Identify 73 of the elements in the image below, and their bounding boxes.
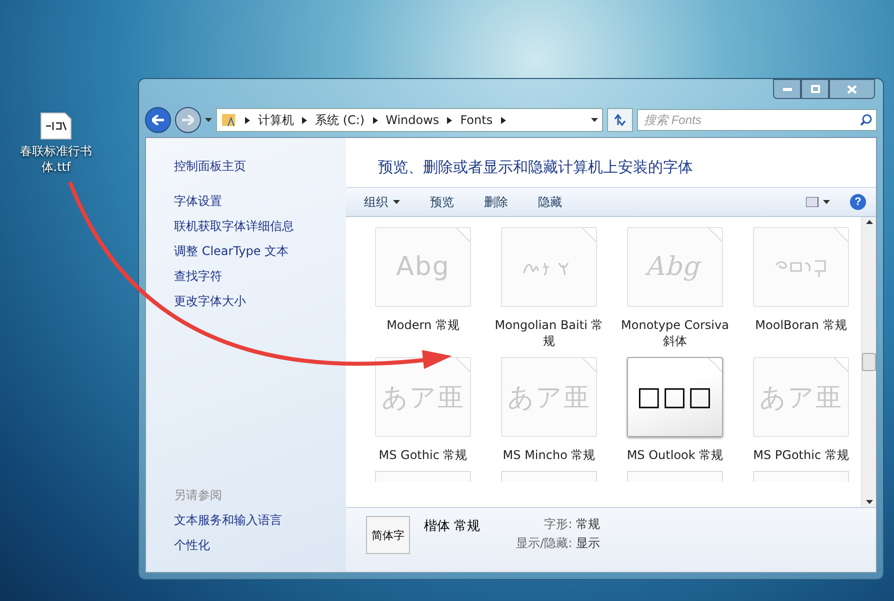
scroll-up-icon[interactable]: [866, 220, 872, 224]
font-preview-icon: [375, 471, 471, 482]
close-icon: [847, 84, 857, 94]
help-button[interactable]: ?: [850, 194, 866, 210]
detail-label: 显示/隐藏:: [516, 535, 572, 552]
refresh-button[interactable]: [607, 108, 633, 132]
sidebar-link[interactable]: 查找字符: [174, 264, 346, 289]
breadcrumb[interactable]: 计算机: [258, 112, 294, 128]
scroll-thumb[interactable]: [862, 353, 876, 371]
refresh-icon: [613, 114, 627, 126]
scrollbar[interactable]: [861, 217, 876, 507]
font-file-icon[interactable]: [40, 112, 72, 140]
font-name: MS Gothic 常规: [378, 447, 468, 463]
selected-font-name: 楷体 常规: [424, 518, 480, 535]
view-icon[interactable]: [806, 197, 830, 207]
detail-value: 常规: [576, 516, 600, 533]
address-bar[interactable]: 计算机 系统 (C:) Windows Fonts: [216, 108, 603, 132]
sidebar-link[interactable]: 字体设置: [174, 189, 346, 214]
toolbar-button[interactable]: 隐藏: [538, 194, 562, 210]
minimize-icon: [782, 88, 792, 90]
font-name: MS Mincho 常规: [502, 447, 596, 463]
search-field[interactable]: 搜索 Fonts: [637, 109, 877, 131]
chevron-icon: [245, 116, 250, 124]
chevron-icon: [500, 116, 506, 124]
close-button[interactable]: [829, 79, 875, 99]
font-preview-icon: [753, 471, 849, 482]
back-button[interactable]: [145, 107, 171, 133]
sidebar-link[interactable]: 更改字体大小: [174, 289, 346, 314]
minimize-button[interactable]: [773, 79, 801, 99]
chevron-icon: [372, 116, 378, 124]
font-preview-icon: [627, 471, 723, 482]
font-item[interactable]: MoolBoran 常规: [738, 227, 861, 349]
font-name: MS PGothic 常规: [752, 447, 850, 463]
toolbar-button[interactable]: 预览: [430, 194, 454, 210]
chevron-icon: [447, 116, 452, 124]
font-name: Modern 常规: [386, 317, 460, 333]
breadcrumb[interactable]: Windows: [386, 113, 440, 127]
font-name: MS Outlook 常规: [626, 447, 724, 463]
forward-button[interactable]: [175, 107, 201, 133]
detail-label: 字形:: [543, 516, 572, 533]
font-preview-icon: 简体字: [366, 516, 410, 554]
sidebar-link[interactable]: 联机获取字体详细信息: [174, 214, 346, 239]
sidebar-link[interactable]: 控制面板主页: [174, 154, 346, 179]
sidebar-link[interactable]: 个性化: [174, 533, 346, 558]
font-name: MoolBoran 常规: [754, 317, 848, 333]
toolbar-button[interactable]: 删除: [484, 194, 508, 210]
search-input[interactable]: 搜索 Fonts: [642, 112, 860, 128]
toolbar-button[interactable]: 组织: [364, 194, 400, 210]
folder-icon: [221, 112, 237, 128]
font-item[interactable]: Mongolian Baiti 常规: [486, 227, 612, 349]
breadcrumb[interactable]: 系统 (C:): [315, 112, 365, 128]
font-name: Mongolian Baiti 常规: [494, 317, 604, 349]
search-icon: [860, 114, 872, 126]
caret-icon: [393, 200, 400, 204]
detail-value: 显示: [576, 535, 600, 552]
sidebar-link[interactable]: 调整 ClearType 文本: [174, 239, 346, 264]
maximize-icon: [810, 85, 820, 93]
caret-icon: [591, 118, 598, 122]
font-preview-icon: [501, 471, 597, 482]
section-heading: 另请参阅: [174, 487, 223, 504]
page-heading: 预览、删除或者显示和隐藏计算机上安装的字体: [377, 157, 694, 178]
file-name[interactable]: 春联标准行书体.ttf: [8, 143, 104, 175]
caret-icon: [205, 118, 212, 122]
font-item[interactable]: □□□ MS Outlook 常规: [612, 357, 738, 463]
chevron-icon: [302, 116, 307, 124]
back-arrow-icon: [152, 115, 164, 125]
breadcrumb[interactable]: Fonts: [460, 113, 493, 127]
maximize-button[interactable]: [801, 79, 829, 99]
scroll-down-icon[interactable]: [866, 500, 872, 504]
sidebar-link[interactable]: 文本服务和输入语言: [174, 508, 346, 533]
font-name: Monotype Corsiva 斜体: [620, 317, 730, 349]
font-preview-icon: □□□: [627, 357, 723, 437]
forward-arrow-icon: [182, 115, 194, 125]
